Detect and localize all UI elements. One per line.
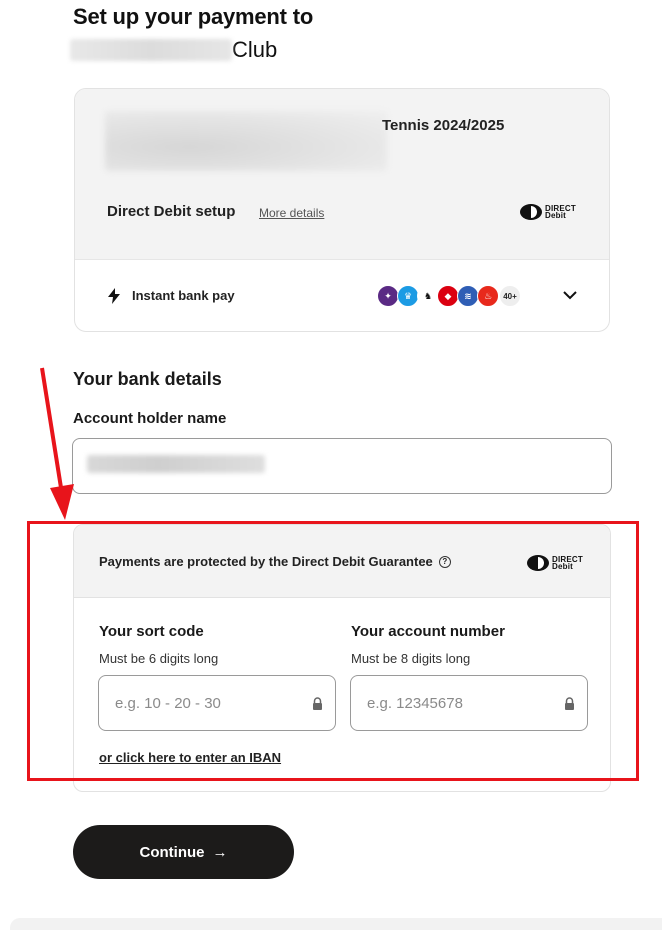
guarantee-label: Payments are protected by the Direct Deb… bbox=[99, 554, 433, 569]
guarantee-banner: Payments are protected by the Direct Deb… bbox=[74, 525, 610, 598]
more-details-link[interactable]: More details bbox=[259, 206, 324, 220]
account-holder-name-field[interactable] bbox=[72, 438, 612, 494]
account-number-input[interactable] bbox=[351, 676, 587, 730]
enter-iban-link[interactable]: or click here to enter an IBAN bbox=[99, 750, 281, 765]
direct-debit-setup-label: Direct Debit setup bbox=[107, 203, 236, 220]
bank-logo-natwest-icon: ✦ bbox=[377, 285, 399, 307]
redacted-holder-name bbox=[87, 455, 265, 473]
bank-logo-lloyds-icon: ♞ bbox=[417, 285, 439, 307]
direct-debit-mark-icon bbox=[520, 204, 542, 220]
continue-button[interactable]: Continue → bbox=[73, 825, 294, 879]
bank-logo-santander-icon: ♨ bbox=[477, 285, 499, 307]
more-banks-badge: 40+ bbox=[499, 285, 521, 307]
direct-debit-logo: DIRECT Debit bbox=[526, 554, 583, 572]
summary-header: Tennis 2024/2025 Direct Debit setup More… bbox=[75, 89, 609, 260]
page-subtitle: Club bbox=[70, 37, 277, 63]
page-bottom-edge bbox=[10, 918, 662, 930]
bank-logos: ✦ ♛ ♞ ◆ ≋ ♨ 40+ bbox=[377, 285, 521, 307]
bank-logo-hsbc-icon: ◆ bbox=[437, 285, 459, 307]
sort-code-hint: Must be 6 digits long bbox=[99, 651, 219, 666]
arrow-right-icon: → bbox=[212, 843, 228, 861]
chevron-down-icon[interactable] bbox=[563, 290, 577, 300]
red-arrow-annotation bbox=[40, 367, 74, 520]
account-holder-label: Account holder name bbox=[73, 410, 227, 427]
bank-logo-nationwide-icon: ≋ bbox=[457, 285, 479, 307]
account-number-field[interactable] bbox=[350, 675, 588, 731]
redacted-product-info bbox=[105, 111, 387, 171]
sort-code-label: Your sort code bbox=[99, 623, 204, 640]
bank-logo-monzo-icon: ♛ bbox=[397, 285, 419, 307]
bank-details-heading: Your bank details bbox=[73, 369, 222, 389]
account-number-label: Your account number bbox=[351, 623, 505, 640]
guarantee-text: Payments are protected by the Direct Deb… bbox=[99, 554, 451, 569]
page-title: Set up your payment to bbox=[73, 4, 314, 29]
bank-account-card: Payments are protected by the Direct Deb… bbox=[73, 524, 611, 792]
account-number-hint: Must be 8 digits long bbox=[351, 651, 471, 666]
help-question-icon[interactable]: ? bbox=[438, 555, 451, 568]
dd-logo-bottom-text: Debit bbox=[545, 211, 566, 220]
lock-icon bbox=[565, 697, 574, 710]
instant-bank-pay-option[interactable]: Instant bank pay ✦ ♛ ♞ ◆ ≋ ♨ 40+ bbox=[75, 260, 609, 331]
club-suffix: Club bbox=[232, 37, 278, 62]
direct-debit-logo: DIRECT Debit bbox=[519, 203, 576, 221]
continue-label: Continue bbox=[139, 843, 205, 861]
redacted-club-name bbox=[70, 39, 232, 61]
lightning-bolt-icon bbox=[108, 288, 120, 304]
product-name: Tennis 2024/2025 bbox=[382, 117, 505, 134]
sort-code-field[interactable] bbox=[98, 675, 336, 731]
lock-icon bbox=[313, 697, 322, 710]
payment-summary-card: Tennis 2024/2025 Direct Debit setup More… bbox=[74, 88, 610, 332]
sort-code-input[interactable] bbox=[99, 676, 335, 730]
dd-logo-bottom-text: Debit bbox=[552, 562, 573, 571]
instant-bank-pay-label: Instant bank pay bbox=[132, 288, 235, 303]
direct-debit-mark-icon bbox=[527, 555, 549, 571]
